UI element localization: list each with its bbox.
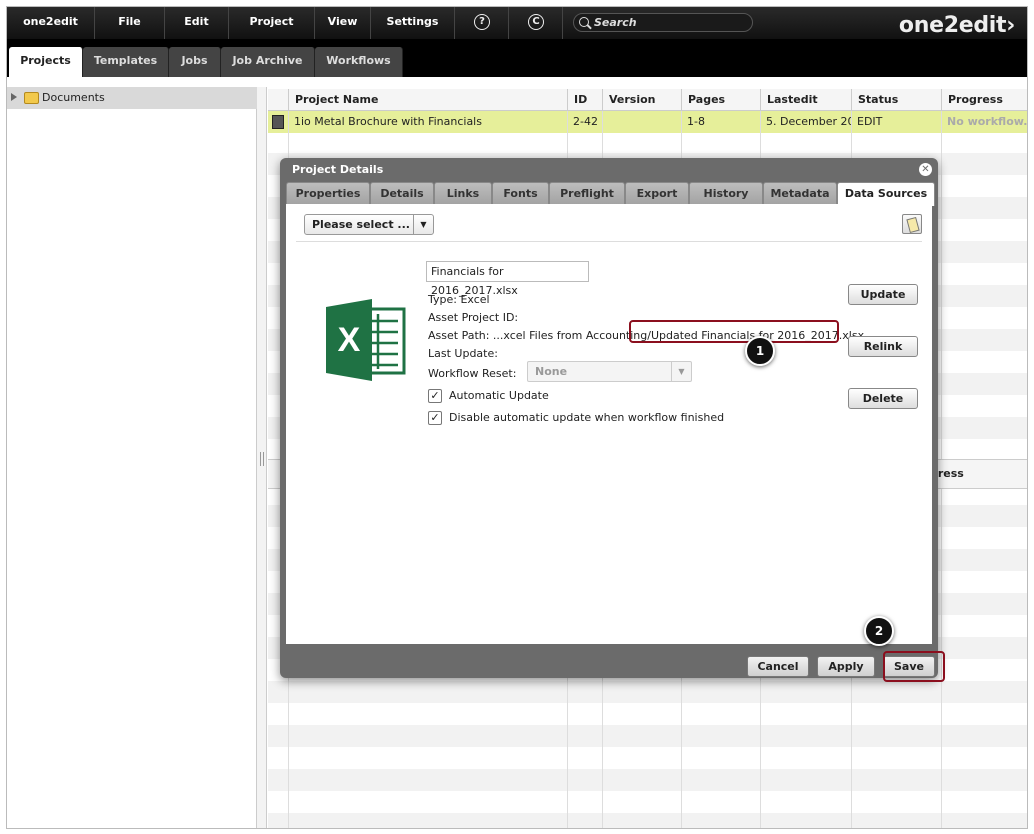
tree-item-documents[interactable]: Documents xyxy=(7,87,257,109)
callout-marker: 2 xyxy=(864,616,894,646)
workflow-reset-select[interactable]: None ▼ xyxy=(527,361,692,382)
data-sources-panel: Please select ... ▼ X Financials for 201… xyxy=(286,204,932,644)
col-progress[interactable]: Progress xyxy=(941,89,1027,111)
dialog-tab-fonts[interactable]: Fonts xyxy=(492,182,549,204)
table-row[interactable]: 1io Metal Brochure with Financials 2-42 … xyxy=(268,111,1028,133)
refresh-icon: C xyxy=(528,14,544,30)
splitter-grip-icon[interactable] xyxy=(260,452,264,466)
app-window: one2edit File Edit Project View Settings… xyxy=(6,6,1028,829)
col-status[interactable]: Status xyxy=(851,89,941,111)
dialog-tab-preflight[interactable]: Preflight xyxy=(549,182,625,204)
automatic-update-label: Automatic Update xyxy=(449,389,549,402)
col-id[interactable]: ID xyxy=(567,89,602,111)
menu-project[interactable]: Project xyxy=(229,7,315,39)
refresh-menu[interactable]: C xyxy=(509,7,563,39)
col-project-name[interactable]: Project Name xyxy=(288,89,567,111)
cell-status: EDIT xyxy=(857,115,883,128)
dialog-tab-export[interactable]: Export xyxy=(625,182,689,204)
tree-item-label: Documents xyxy=(42,91,105,104)
dialog-tab-details[interactable]: Details xyxy=(370,182,434,204)
workflow-reset-value: None xyxy=(535,365,568,378)
last-update-label: Last Update: xyxy=(428,347,498,360)
annotation-highlight-box xyxy=(883,651,945,682)
divider xyxy=(296,241,922,242)
annotation-highlight-box xyxy=(629,320,839,343)
workflow-reset-label: Workflow Reset: xyxy=(428,367,517,380)
cell-pages: 1-8 xyxy=(687,115,705,128)
col-lastedit[interactable]: Lastedit xyxy=(760,89,851,111)
cell-lastedit: 5. December 20 xyxy=(766,115,851,128)
update-button[interactable]: Update xyxy=(848,284,918,305)
excel-icon: X xyxy=(326,299,406,381)
callout-marker: 1 xyxy=(745,336,775,366)
folder-tree: Documents xyxy=(7,87,257,828)
project-details-dialog: Project Details ✕ Properties Details Lin… xyxy=(280,158,938,678)
chevron-down-icon[interactable]: ▼ xyxy=(671,362,691,381)
menu-view[interactable]: View xyxy=(315,7,371,39)
col-version[interactable]: Version xyxy=(602,89,681,111)
folder-icon xyxy=(24,92,39,104)
disable-update-checkbox[interactable]: ✓ xyxy=(428,411,442,425)
col-pages[interactable]: Pages xyxy=(681,89,760,111)
close-icon[interactable]: ✕ xyxy=(919,163,932,176)
asset-project-id-label: Asset Project ID: xyxy=(428,311,519,324)
asset-path-prefix: Asset Path: ...xcel Files from Accountin… xyxy=(428,329,648,342)
menu-file[interactable]: File xyxy=(95,7,165,39)
dialog-tab-metadata[interactable]: Metadata xyxy=(763,182,837,204)
search-icon xyxy=(579,17,589,27)
tab-templates[interactable]: Templates xyxy=(83,47,169,77)
menu-app[interactable]: one2edit xyxy=(7,7,95,39)
automatic-update-checkbox[interactable]: ✓ xyxy=(428,389,442,403)
dialog-tab-links[interactable]: Links xyxy=(434,182,492,204)
chevron-down-icon[interactable]: ▼ xyxy=(413,215,433,234)
cancel-button[interactable]: Cancel xyxy=(747,656,809,677)
data-source-select[interactable]: Please select ... ▼ xyxy=(304,214,434,235)
logo: one2edit› xyxy=(898,13,1015,38)
cell-version xyxy=(602,111,681,133)
file-name-field[interactable]: Financials for 2016_2017.xlsx xyxy=(426,261,589,297)
cell-project-name: 1io Metal Brochure with Financials xyxy=(294,115,482,128)
svg-text:X: X xyxy=(338,321,361,359)
notes-icon[interactable] xyxy=(902,214,922,234)
dialog-tab-history[interactable]: History xyxy=(689,182,763,204)
menu-settings[interactable]: Settings xyxy=(371,7,455,39)
menu-bar: one2edit File Edit Project View Settings… xyxy=(7,7,1027,39)
cell-id: 2-42 xyxy=(573,115,598,128)
search-input[interactable]: Search xyxy=(573,13,753,32)
expand-arrow-icon[interactable] xyxy=(11,93,17,101)
delete-button[interactable]: Delete xyxy=(848,388,918,409)
tab-jobs[interactable]: Jobs xyxy=(169,47,221,77)
main-tab-bar: Projects Templates Jobs Job Archive Work… xyxy=(7,39,1027,77)
relink-button[interactable]: Relink xyxy=(848,336,918,357)
dialog-tab-data-sources[interactable]: Data Sources xyxy=(837,182,935,206)
tab-job-archive[interactable]: Job Archive xyxy=(221,47,315,77)
tab-workflows[interactable]: Workflows xyxy=(315,47,403,77)
dialog-title: Project Details xyxy=(292,163,384,176)
menu-edit[interactable]: Edit xyxy=(165,7,229,39)
select-value: Please select ... xyxy=(312,218,410,231)
cell-progress: No workflow. xyxy=(947,115,1028,128)
dialog-tab-properties[interactable]: Properties xyxy=(286,182,370,204)
grid-header: Project Name ID Version Pages Lastedit S… xyxy=(268,89,1027,111)
help-icon: ? xyxy=(474,14,490,30)
tab-projects[interactable]: Projects xyxy=(9,47,83,77)
type-label: Type: Excel xyxy=(428,293,490,306)
document-icon xyxy=(272,115,284,129)
disable-update-label: Disable automatic update when workflow f… xyxy=(449,411,725,424)
apply-button[interactable]: Apply xyxy=(817,656,875,677)
help-menu[interactable]: ? xyxy=(455,7,509,39)
